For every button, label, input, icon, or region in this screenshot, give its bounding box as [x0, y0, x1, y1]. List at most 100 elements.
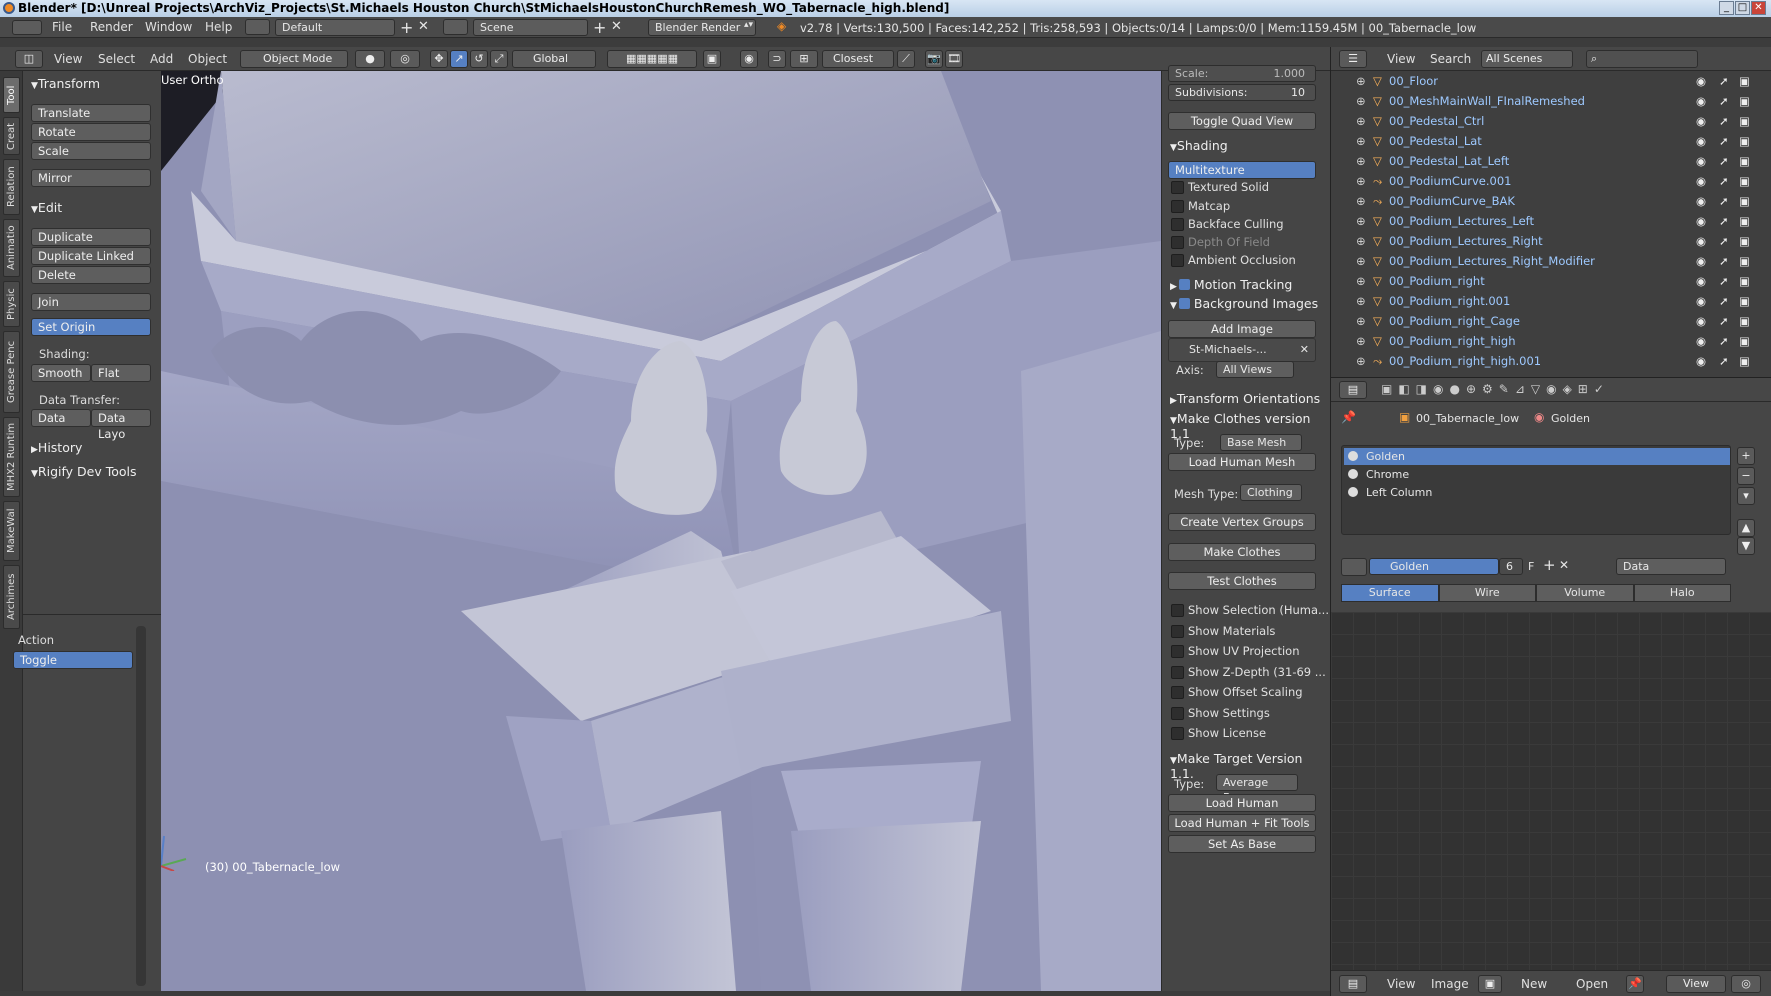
translate-button[interactable]: Translate — [31, 104, 151, 122]
multitexture-select[interactable]: Multitexture — [1168, 161, 1316, 179]
render-anim-icon[interactable]: 🎞 — [945, 50, 963, 68]
outliner-item-label[interactable]: 00_Pedestal_Lat — [1389, 131, 1482, 151]
camera-render-icon[interactable]: ▣ — [1739, 151, 1750, 171]
eye-icon[interactable]: ◉ — [1696, 111, 1706, 131]
expand-icon[interactable]: ⊕ — [1356, 211, 1366, 231]
eye-icon[interactable]: ◉ — [1696, 91, 1706, 111]
image-editor[interactable]: ▤ View Image ▣ New Open 📌 View ◎ — [1330, 612, 1771, 996]
fake-user-toggle[interactable]: F — [1528, 560, 1534, 573]
camera-render-icon[interactable]: ▣ — [1739, 191, 1750, 211]
scale-field[interactable]: Scale: 1.000 — [1168, 65, 1316, 82]
shading-mode-button[interactable]: ● — [355, 50, 385, 68]
expand-icon[interactable]: ⊕ — [1356, 151, 1366, 171]
cursor-select-icon[interactable]: ➚ — [1719, 151, 1729, 171]
join-button[interactable]: Join — [31, 293, 151, 311]
outliner-item-label[interactable]: 00_Podium_right_Cage — [1389, 311, 1520, 331]
menu-render[interactable]: Render — [90, 20, 133, 34]
mode-select[interactable]: Object Mode — [240, 50, 348, 68]
cursor-select-icon[interactable]: ➚ — [1719, 211, 1729, 231]
tab-relations[interactable]: Relation — [3, 159, 20, 215]
move-down-button[interactable]: ▼ — [1737, 537, 1755, 555]
expand-icon[interactable]: ⊕ — [1356, 111, 1366, 131]
ambient-occlusion-checkbox[interactable]: Ambient Occlusion — [1168, 253, 1296, 267]
eye-icon[interactable]: ◉ — [1696, 331, 1706, 351]
mirror-button[interactable]: Mirror — [31, 169, 151, 187]
cursor-select-icon[interactable]: ➚ — [1719, 291, 1729, 311]
remove-slot-button[interactable]: − — [1737, 467, 1755, 485]
cursor-select-icon[interactable]: ➚ — [1719, 171, 1729, 191]
maximize-icon[interactable]: □ — [1735, 1, 1750, 15]
pin-image-icon[interactable]: 📌 — [1626, 975, 1644, 993]
outliner-search-field[interactable]: ⌕ — [1586, 50, 1698, 68]
expand-icon[interactable]: ⊕ — [1356, 191, 1366, 211]
eye-icon[interactable]: ◉ — [1696, 231, 1706, 251]
menu-help[interactable]: Help — [205, 20, 232, 34]
tab-wire[interactable]: Wire — [1438, 584, 1536, 602]
add-slot-button[interactable]: + — [1737, 447, 1755, 465]
show-selection-checkbox[interactable]: Show Selection (Huma... — [1168, 603, 1329, 617]
cursor-select-icon[interactable]: ➚ — [1719, 111, 1729, 131]
material-browse-button[interactable] — [1341, 558, 1367, 576]
link-select[interactable]: Data — [1616, 558, 1726, 575]
bg-image-item[interactable]: St-Michaels-... ✕ — [1168, 338, 1316, 362]
rotate-manip-icon[interactable]: ↺ — [470, 50, 488, 68]
image-menu-view[interactable]: View — [1387, 977, 1415, 991]
context-object-name[interactable]: 00_Tabernacle_low — [1416, 412, 1519, 425]
expand-icon[interactable]: ⊕ — [1356, 171, 1366, 191]
snap-toggle-icon[interactable]: ⊃ — [768, 50, 786, 68]
expand-icon[interactable]: ⊕ — [1356, 271, 1366, 291]
cursor-select-icon[interactable]: ➚ — [1719, 71, 1729, 91]
tab-surface[interactable]: Surface — [1341, 584, 1439, 602]
depth-of-field-checkbox[interactable]: Depth Of Field — [1168, 235, 1270, 249]
orientation-select[interactable]: Global — [512, 50, 596, 68]
cursor-select-icon[interactable]: ➚ — [1719, 311, 1729, 331]
eye-icon[interactable]: ◉ — [1696, 351, 1706, 371]
outliner-row[interactable]: ⊕ ⤳ 00_PodiumCurve.001 ◉ ➚ ▣ — [1331, 171, 1771, 191]
outliner-menu-search[interactable]: Search — [1430, 52, 1471, 66]
outliner-item-label[interactable]: 00_Floor — [1389, 71, 1438, 91]
camera-render-icon[interactable]: ▣ — [1739, 131, 1750, 151]
camera-render-icon[interactable]: ▣ — [1739, 171, 1750, 191]
show-settings-checkbox[interactable]: Show Settings — [1168, 706, 1270, 720]
camera-render-icon[interactable]: ▣ — [1739, 231, 1750, 251]
display-mode-select[interactable]: All Scenes — [1481, 50, 1573, 68]
eye-icon[interactable]: ◉ — [1696, 271, 1706, 291]
panel-transform-header[interactable]: Transform — [31, 76, 100, 91]
camera-render-icon[interactable]: ▣ — [1739, 351, 1750, 371]
eye-icon[interactable]: ◉ — [1696, 171, 1706, 191]
set-origin-select[interactable]: Set Origin — [31, 318, 151, 336]
outliner-item-label[interactable]: 00_PodiumCurve_BAK — [1389, 191, 1515, 211]
cursor-select-icon[interactable]: ➚ — [1719, 271, 1729, 291]
tab-animation[interactable]: Animatio — [3, 219, 20, 277]
scale-button[interactable]: Scale — [31, 142, 151, 160]
tab-create[interactable]: Creat — [3, 117, 20, 155]
outliner-item-label[interactable]: 00_Podium_Lectures_Left — [1389, 211, 1534, 231]
outliner-menu-view[interactable]: View — [1387, 52, 1415, 66]
context-tabs[interactable]: ▣◧◨◉●⊕⚙✎⊿▽◉◈⊞✓ — [1381, 382, 1610, 396]
outliner-item-label[interactable]: 00_Pedestal_Ctrl — [1389, 111, 1484, 131]
clothing-button[interactable]: Clothing — [1240, 484, 1302, 501]
data-layout-button[interactable]: Data Layo — [91, 409, 151, 441]
show-materials-checkbox[interactable]: Show Materials — [1168, 624, 1275, 638]
snap-target-select[interactable]: Closest — [822, 50, 894, 68]
show-offset-checkbox[interactable]: Show Offset Scaling — [1168, 685, 1303, 699]
scene-icon[interactable] — [443, 19, 468, 35]
eye-icon[interactable]: ◉ — [1696, 291, 1706, 311]
render-engine-select[interactable]: Blender Render — [648, 19, 756, 36]
axis-select[interactable]: All Views — [1216, 361, 1294, 378]
subdivisions-field[interactable]: Subdivisions: 10 — [1168, 84, 1316, 101]
align-rotation-icon[interactable]: ⟋ — [897, 50, 915, 68]
expand-icon[interactable]: ⊕ — [1356, 71, 1366, 91]
rotate-button[interactable]: Rotate — [31, 123, 151, 141]
camera-render-icon[interactable]: ▣ — [1739, 311, 1750, 331]
image-browse-button[interactable]: ▣ — [1478, 975, 1502, 993]
menu-add[interactable]: Add — [150, 52, 173, 66]
cursor-select-icon[interactable]: ➚ — [1719, 331, 1729, 351]
outliner-row[interactable]: ⊕ ▽ 00_Floor ◉ ➚ ▣ — [1331, 71, 1771, 91]
toggle-quad-view-button[interactable]: Toggle Quad View — [1168, 112, 1316, 130]
tab-tool[interactable]: Tool — [3, 77, 20, 113]
outliner-item-label[interactable]: 00_Podium_Lectures_Right_Modifier — [1389, 251, 1595, 271]
cursor-select-icon[interactable]: ➚ — [1719, 131, 1729, 151]
toggle-select[interactable]: Toggle — [13, 651, 133, 669]
duplicate-button[interactable]: Duplicate — [31, 228, 151, 246]
